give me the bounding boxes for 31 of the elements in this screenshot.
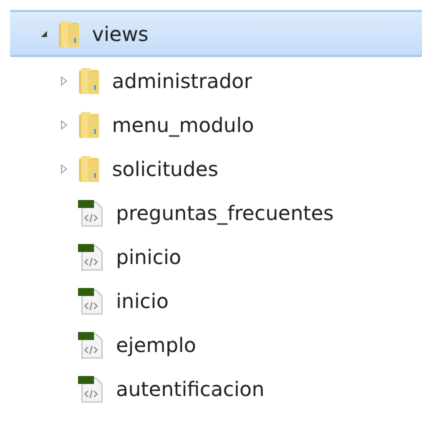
item-label: menu_modulo (112, 113, 254, 137)
tree-item[interactable]: preguntas_frecuentes (10, 191, 422, 235)
item-label: preguntas_frecuentes (116, 201, 334, 225)
item-label: inicio (116, 289, 169, 313)
expand-arrow-icon (60, 164, 68, 174)
item-label: solicitudes (112, 157, 218, 181)
folder-icon (78, 111, 100, 139)
folder-icon (78, 155, 100, 183)
tree-item[interactable]: administrador (10, 59, 422, 103)
tree-item[interactable]: inicio (10, 279, 422, 323)
folder-icon (58, 20, 80, 48)
code-file-icon (78, 286, 104, 316)
tree-item[interactable]: autentificacion (10, 367, 422, 411)
collapse-arrow-icon (40, 30, 48, 38)
folder-icon (78, 67, 100, 95)
item-label: autentificacion (116, 377, 264, 401)
expand-arrow-icon (60, 76, 68, 86)
code-file-icon (78, 330, 104, 360)
tree-item[interactable]: ejemplo (10, 323, 422, 367)
item-label: ejemplo (116, 333, 196, 357)
tree-item[interactable]: menu_modulo (10, 103, 422, 147)
code-file-icon (78, 374, 104, 404)
item-label: pinicio (116, 245, 182, 269)
code-file-icon (78, 198, 104, 228)
code-file-icon (78, 242, 104, 272)
tree-item[interactable]: solicitudes (10, 147, 422, 191)
item-label: views (92, 22, 148, 46)
tree-item[interactable]: views (10, 10, 422, 57)
expand-arrow-icon (60, 120, 68, 130)
item-label: administrador (112, 69, 252, 93)
tree-item[interactable]: pinicio (10, 235, 422, 279)
